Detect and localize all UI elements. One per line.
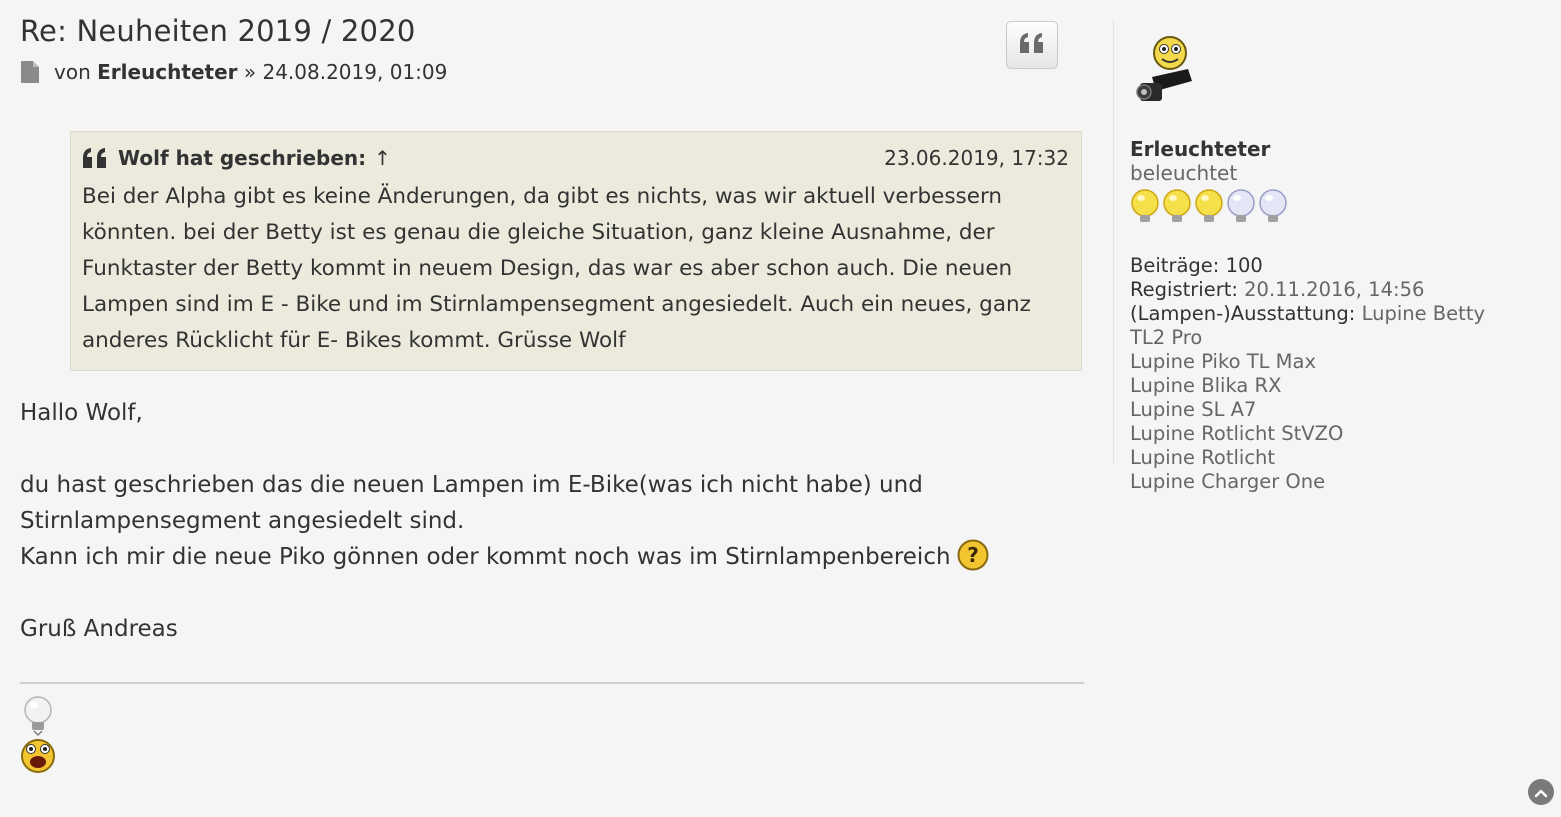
registered-value: 20.11.2016, 14:56 — [1244, 278, 1425, 301]
profile-username[interactable]: Erleuchteter — [1130, 137, 1270, 161]
quote-block: Wolf hat geschrieben: ↑ 23.06.2019, 17:3… — [70, 131, 1082, 371]
posts-label: Beiträge: — [1130, 254, 1220, 277]
profile-equipment: (Lampen-)Ausstattung: Lupine Betty — [1130, 302, 1550, 326]
svg-text:?: ? — [967, 543, 979, 567]
signoff-text: Gruß Andreas — [20, 616, 178, 642]
body-line-3-text: Kann ich mir die neue Piko gönnen oder k… — [20, 544, 951, 570]
lightbulb-smiley-icon — [20, 694, 60, 776]
equipment-item: Lupine Rotlicht StVZO — [1130, 422, 1344, 445]
posts-value[interactable]: 100 — [1226, 254, 1263, 277]
quote-icon — [1019, 32, 1045, 58]
greeting-text: Hallo Wolf, — [20, 400, 143, 426]
profile-rank: beleuchtet — [1130, 161, 1238, 185]
post-icon[interactable] — [20, 60, 42, 84]
post-author-name[interactable]: Erleuchteter — [97, 60, 237, 84]
profile-registered: Registriert: 20.11.2016, 14:56 — [1130, 278, 1550, 302]
question-smiley-icon: ? — [957, 539, 989, 571]
post-datetime: 24.08.2019, 01:09 — [262, 60, 448, 84]
quote-header: Wolf hat geschrieben: ↑ 23.06.2019, 17:3… — [82, 146, 1069, 170]
equipment-item: TL2 Pro — [1130, 326, 1203, 349]
avatar[interactable] — [1130, 35, 1200, 105]
quote-date: 23.06.2019, 17:32 — [884, 146, 1069, 170]
equipment-first: Lupine Betty — [1361, 302, 1486, 325]
equipment-item: Lupine Blika RX — [1130, 374, 1282, 397]
by-label: von — [54, 60, 91, 84]
back-to-top-button[interactable] — [1528, 779, 1554, 805]
equipment-item: Lupine Rotlicht — [1130, 446, 1276, 469]
equipment-item: Lupine Charger One — [1130, 470, 1326, 493]
post-content: Hallo Wolf, du hast geschrieben das die … — [20, 395, 1084, 647]
chevron-up-icon — [1534, 783, 1548, 802]
quote-source-link[interactable]: ↑ — [374, 146, 391, 170]
post-title[interactable]: Re: Neuheiten 2019 / 2020 — [20, 14, 416, 48]
equipment-label: (Lampen-)Ausstattung: — [1130, 302, 1356, 325]
quote-text: Bei der Alpha gibt es keine Änderungen, … — [82, 184, 1031, 353]
quote-button[interactable] — [1006, 21, 1058, 69]
profile-stats: Beiträge: 100 Registriert: 20.11.2016, 1… — [1130, 254, 1550, 494]
quote-icon — [82, 147, 108, 169]
quote-author: Wolf hat geschrieben: — [118, 146, 367, 170]
signature-divider — [20, 682, 1084, 684]
rank-lightbulbs-icon — [1130, 188, 1290, 230]
registered-label: Registriert: — [1130, 278, 1238, 301]
equipment-item: Lupine SL A7 — [1130, 398, 1257, 421]
post-author-line: von Erleuchteter » 24.08.2019, 01:09 — [20, 60, 447, 84]
body-line-3: Kann ich mir die neue Piko gönnen oder k… — [20, 539, 1084, 575]
post-profile-divider — [1113, 20, 1114, 464]
profile-posts: Beiträge: 100 — [1130, 254, 1550, 278]
equipment-item: Lupine Piko TL Max — [1130, 350, 1316, 373]
date-separator: » — [243, 60, 257, 84]
body-line-2: Stirnlampensegment angesiedelt sind. — [20, 508, 465, 534]
body-line-1: du hast geschrieben das die neuen Lampen… — [20, 472, 923, 498]
